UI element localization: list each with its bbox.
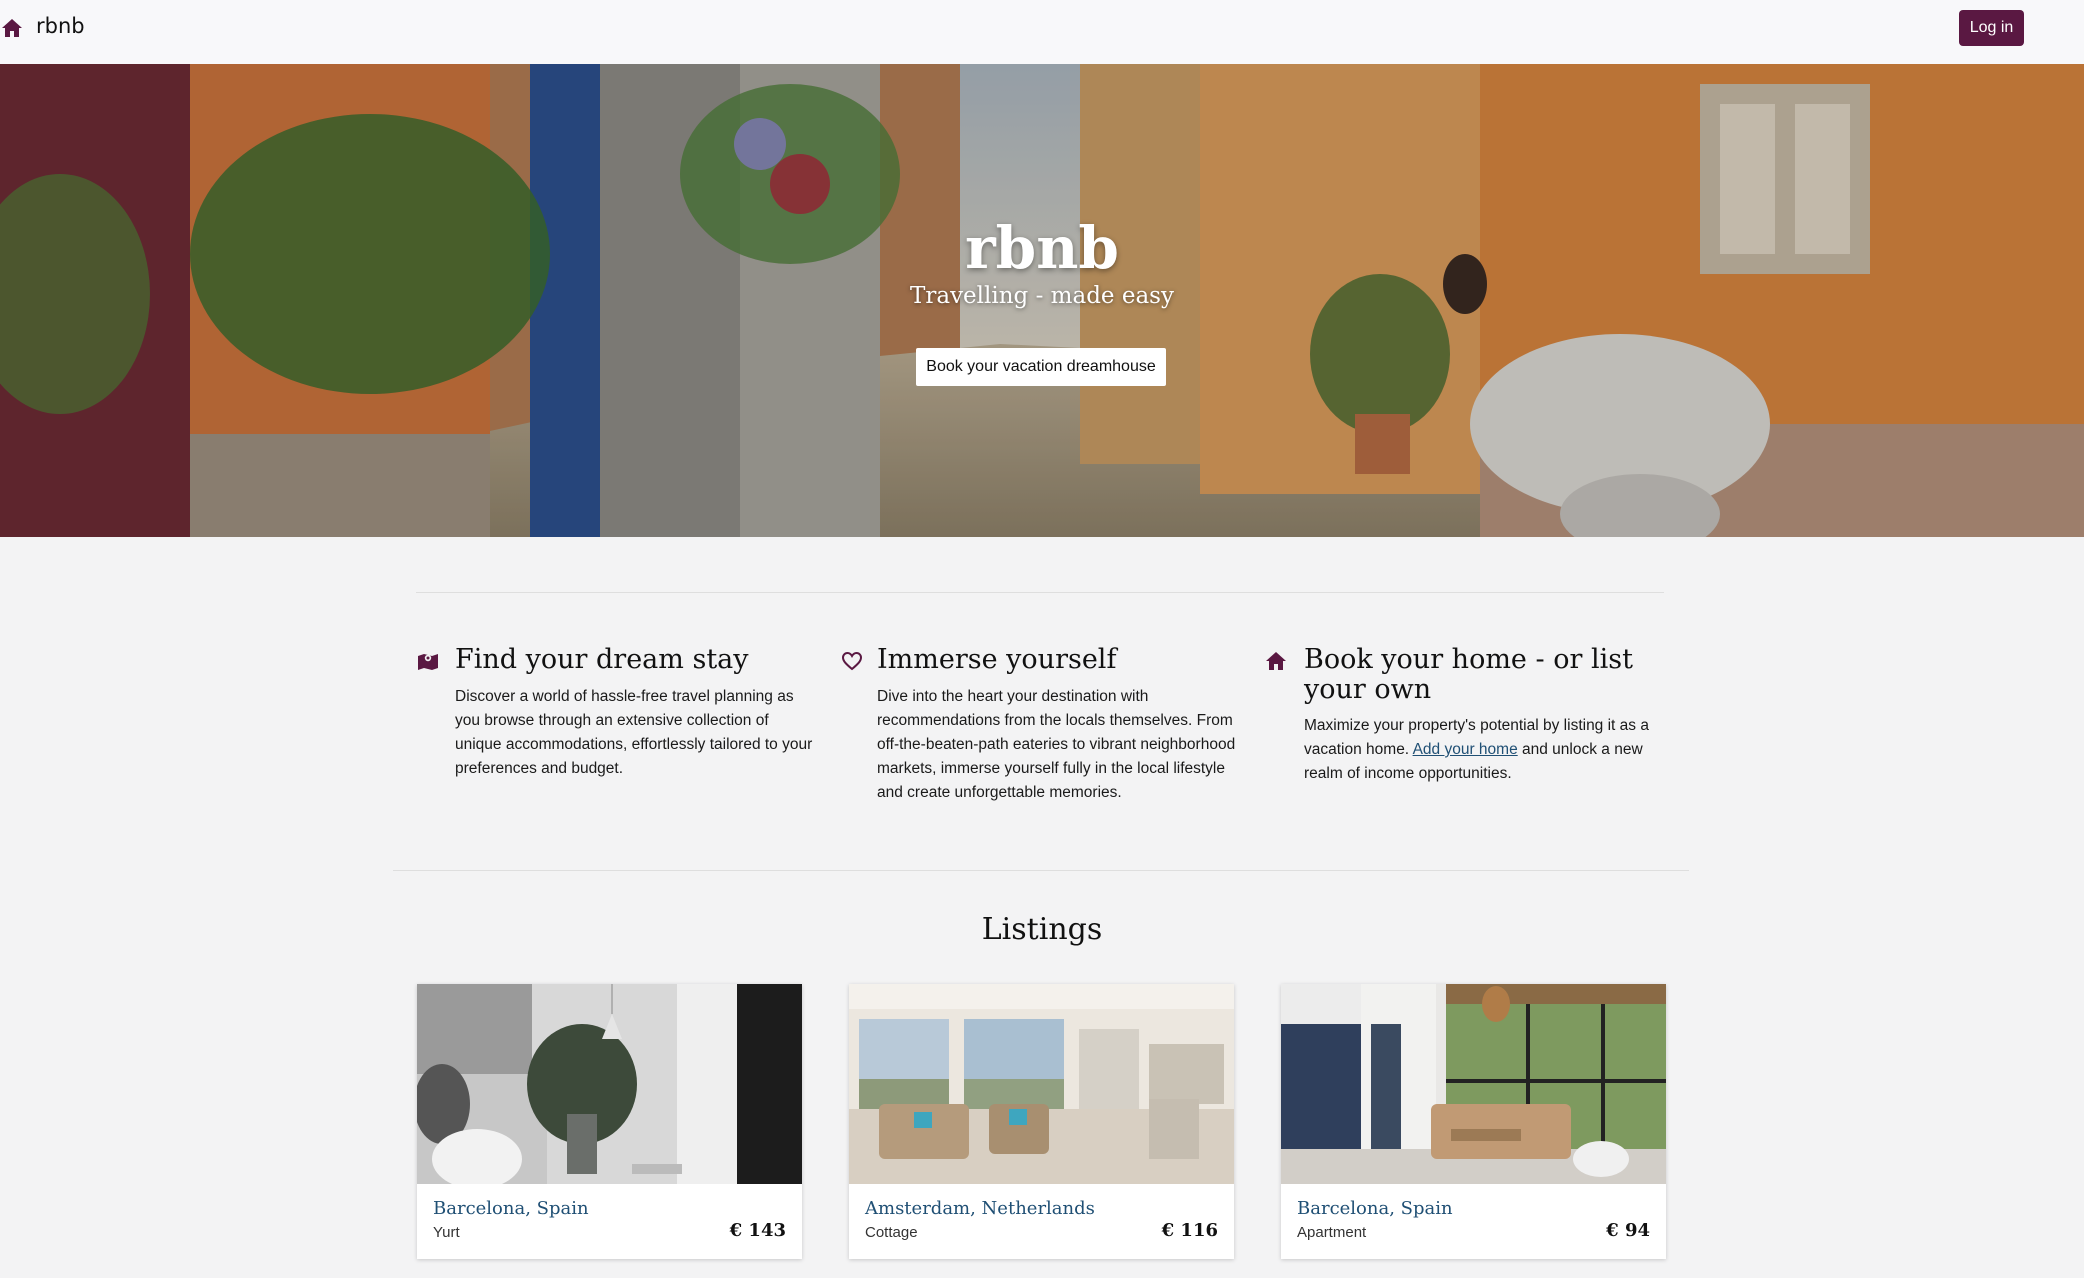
feature-text: Dive into the heart your destination wit… [877,688,1236,801]
listing-card[interactable]: Barcelona, Spain Yurt € 143 [417,984,802,1259]
listing-photo [417,984,802,1184]
hero-banner: rbnb Travelling - made easy Book your va… [0,64,2084,537]
add-your-home-link[interactable]: Add your home [1413,741,1518,758]
listing-card[interactable]: Amsterdam, Netherlands Cottage € 116 [849,984,1234,1259]
heart-icon [841,651,863,671]
book-vacation-button[interactable]: Book your vacation dreamhouse [916,348,1166,386]
feature-title: Find your dream stay [455,644,749,675]
listing-type: Apartment [1297,1224,1367,1241]
listing-photo [849,984,1234,1184]
listing-price: € 143 [729,1220,786,1241]
login-button[interactable]: Log in [1959,10,2024,46]
feature-title: Immerse yourself [877,644,1117,675]
hero-subtitle: Travelling - made easy [910,283,1174,309]
map-icon [418,654,438,670]
feature-text: Maximize your property's potential by li… [1304,714,1674,786]
listing-city[interactable]: Barcelona, Spain [1297,1198,1453,1219]
brand-name[interactable]: rbnb [36,14,85,38]
home-icon [1266,652,1286,670]
listing-type: Cottage [865,1224,918,1241]
listing-photo [1281,984,1666,1184]
home-icon[interactable] [0,16,24,40]
feature-title: Book your home - or list your own [1304,644,1633,705]
hero-title: rbnb [965,214,1119,282]
listing-price: € 94 [1606,1220,1650,1241]
listing-city[interactable]: Amsterdam, Netherlands [865,1198,1095,1219]
divider [393,870,1689,871]
navbar: rbnb Log in [0,0,2084,64]
listing-price: € 116 [1161,1220,1218,1241]
listing-type: Yurt [433,1224,460,1241]
listings-title: Listings [981,912,1103,947]
divider [416,592,1664,593]
listing-card[interactable]: Barcelona, Spain Apartment € 94 [1281,984,1666,1259]
listing-city[interactable]: Barcelona, Spain [433,1198,589,1219]
feature-text: Discover a world of hassle-free travel p… [455,688,813,777]
